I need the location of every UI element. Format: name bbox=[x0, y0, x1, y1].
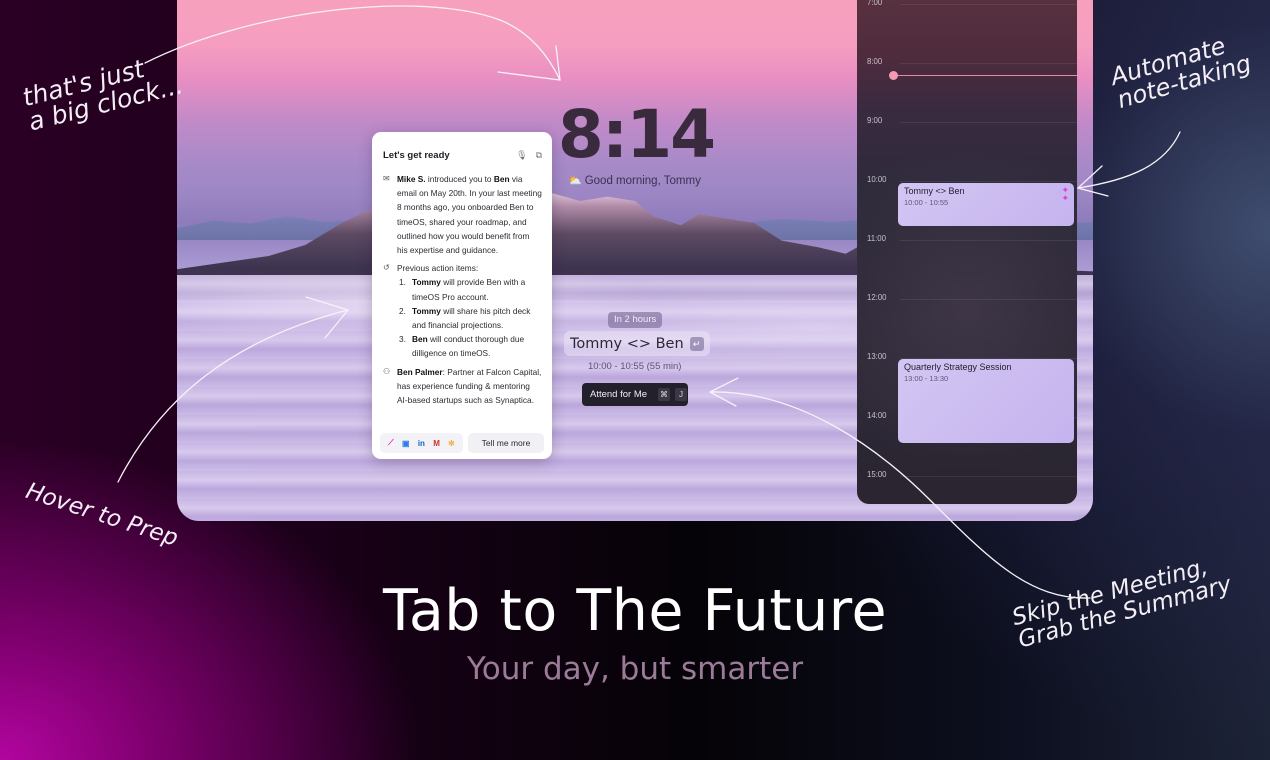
enter-key-icon: ↵ bbox=[689, 336, 704, 351]
command-key: ⌘ bbox=[658, 388, 671, 401]
event-title: Tommy <> Ben bbox=[904, 186, 965, 196]
attend-for-me-label: Attend for Me bbox=[590, 389, 648, 400]
annotation-hover-to-prep: Hover to Prep bbox=[22, 478, 182, 552]
mail-icon: ✉ bbox=[383, 174, 390, 183]
microphone-icon[interactable]: 🎙 bbox=[516, 150, 527, 161]
next-meeting-time: 10:00 - 10:55 (55 min) bbox=[588, 361, 682, 372]
hour-label: 7:00 bbox=[867, 0, 883, 7]
day-calendar: 7:00 8:00 9:00 10:00 11:00 12:00 13:00 1… bbox=[857, 0, 1077, 504]
next-meeting-title: Tommy <> Ben bbox=[570, 335, 684, 352]
greeting: ⛅ Good morning, Tommy bbox=[568, 174, 708, 188]
hour-row: 7:00 bbox=[857, 0, 1077, 7]
current-time-indicator bbox=[889, 71, 1077, 80]
action-items-list: 1. Tommy will provide Ben with a timeOS P… bbox=[399, 275, 542, 360]
action-items-section: ↺ Previous action items: 1. Tommy will pr… bbox=[383, 261, 542, 360]
tell-me-more-button[interactable]: Tell me more bbox=[468, 433, 544, 453]
calendar-event[interactable]: Tommy <> Ben 10:00 - 10:55 ✦ ✦ bbox=[898, 183, 1074, 226]
history-icon: ↺ bbox=[383, 263, 390, 273]
hour-label: 9:00 bbox=[867, 116, 883, 125]
card-title: Let's get ready bbox=[383, 149, 450, 161]
card-header: Let's get ready 🎙 ⧉ bbox=[383, 142, 542, 168]
event-title: Quarterly Strategy Session bbox=[904, 362, 1012, 372]
event-time: 10:00 - 10:55 bbox=[904, 198, 949, 207]
arrow-to-calendar-event bbox=[1076, 131, 1181, 197]
hour-label: 14:00 bbox=[867, 411, 887, 420]
action-item: 2. Tommy will share his pitch deck and fi… bbox=[399, 305, 531, 331]
hour-row: 9:00 bbox=[857, 116, 1077, 125]
hour-row: 10:00 bbox=[857, 175, 1077, 184]
attend-for-me-button[interactable]: Attend for Me ⌘ J bbox=[582, 383, 688, 406]
card-header-actions: 🎙 ⧉ bbox=[516, 150, 542, 161]
j-key: J bbox=[675, 388, 688, 401]
source-app-icons: ⟋ ▣ in M ✻ bbox=[380, 433, 463, 453]
profile-text: Ben Palmer: Partner at Falcon Capital, h… bbox=[397, 366, 542, 406]
action-item: 1. Tommy will provide Ben with a timeOS P… bbox=[399, 277, 526, 302]
subheadline: Your day, but smarter bbox=[466, 651, 804, 687]
meeting-countdown-badge: In 2 hours bbox=[608, 312, 663, 328]
annotation-note-taking: Automate note-taking bbox=[1107, 31, 1255, 115]
copy-icon[interactable]: ⧉ bbox=[536, 150, 542, 161]
hour-gridline bbox=[900, 181, 1077, 182]
greeting-text: Good morning, Tommy bbox=[584, 174, 701, 187]
hour-row: 15:00 bbox=[857, 470, 1077, 479]
linkedin-icon[interactable]: in bbox=[418, 439, 425, 448]
intro-text: Mike S. introduced you to Ben via email … bbox=[397, 174, 542, 256]
hour-label: 12:00 bbox=[867, 293, 887, 302]
google-calendar-icon[interactable]: ▣ bbox=[402, 439, 410, 448]
big-clock: 8:14 bbox=[557, 96, 716, 173]
calendar-event[interactable]: Quarterly Strategy Session 13:00 - 13:30 bbox=[898, 359, 1074, 443]
hour-label: 15:00 bbox=[867, 470, 887, 479]
hour-row: 12:00 bbox=[857, 293, 1077, 302]
hour-gridline bbox=[900, 476, 1077, 477]
partly-sunny-icon: ⛅ bbox=[568, 175, 582, 187]
person-icon: ⚇ bbox=[383, 366, 391, 376]
action-item: 3. Ben will conduct thorough due dilligen… bbox=[399, 334, 525, 359]
event-time: 13:00 - 13:30 bbox=[904, 374, 949, 383]
slack-icon[interactable]: ✻ bbox=[448, 439, 455, 448]
hour-row: 11:00 bbox=[857, 234, 1077, 243]
annotation-clock: that's just a big clock... bbox=[19, 54, 186, 137]
action-items-heading: Previous action items: bbox=[397, 263, 479, 274]
hour-gridline bbox=[900, 240, 1077, 241]
hour-label: 11:00 bbox=[867, 234, 886, 243]
hour-gridline bbox=[900, 122, 1077, 123]
hour-label: 8:00 bbox=[867, 57, 883, 66]
gmail-icon[interactable]: M bbox=[433, 439, 440, 448]
hour-row: 8:00 bbox=[857, 57, 1077, 66]
card-footer: ⟋ ▣ in M ✻ Tell me more bbox=[380, 433, 544, 453]
linear-icon[interactable]: ⟋ bbox=[388, 438, 394, 448]
current-time-dot bbox=[889, 71, 898, 80]
meeting-prep-card: Let's get ready 🎙 ⧉ ✉ Mike S. introduced… bbox=[372, 132, 552, 459]
ai-sparkle-icon: ✦ ✦ bbox=[1061, 185, 1069, 203]
hour-gridline bbox=[900, 299, 1077, 300]
intro-section: ✉ Mike S. introduced you to Ben via emai… bbox=[383, 172, 542, 257]
hour-gridline bbox=[900, 4, 1077, 5]
hour-gridline bbox=[900, 63, 1077, 64]
hour-label: 10:00 bbox=[867, 175, 887, 184]
profile-section: ⚇ Ben Palmer: Partner at Falcon Capital,… bbox=[383, 365, 542, 408]
hour-label: 13:00 bbox=[867, 352, 887, 361]
next-meeting-pill[interactable]: Tommy <> Ben ↵ bbox=[564, 331, 710, 356]
